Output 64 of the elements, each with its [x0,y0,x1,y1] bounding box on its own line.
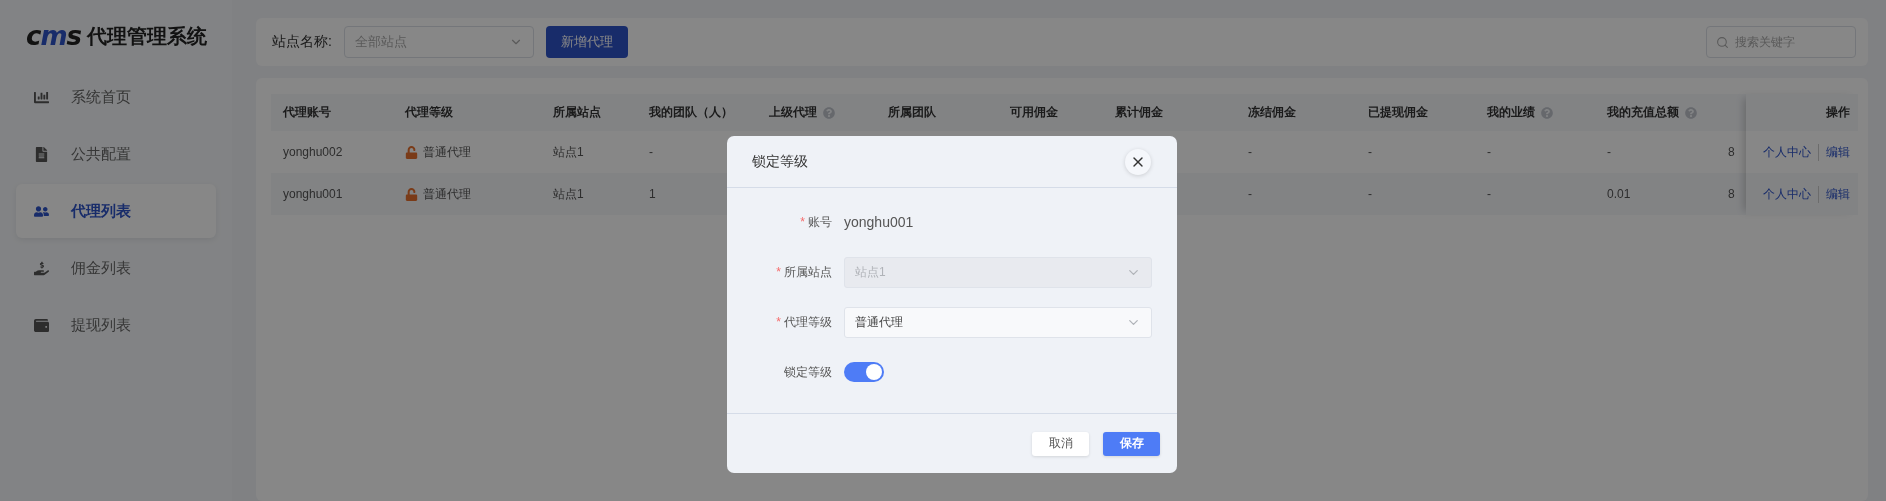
column-header: 所属团队 [888,104,936,121]
table-cell: yonghu001 [283,187,343,201]
table-cell: 0.01 [1607,187,1631,201]
add-agent-button[interactable]: 新增代理 [545,26,628,58]
field-value: yonghu001 [844,214,914,230]
column-header: 可用佣金 [1010,104,1058,121]
hand-coin-icon [34,260,49,276]
sidebar-item[interactable]: 代理列表 [16,184,216,238]
table-cell: - [1248,187,1252,201]
column-header: 我的团队（人） [649,104,733,121]
column-header: 上级代理 [769,104,817,121]
column-header: 代理等级 [405,104,453,121]
field-label: 账号 [808,214,832,229]
required-mark: * [776,264,781,279]
column-header: 我的充值总额 [1607,104,1679,121]
table-cell: - [1487,187,1491,201]
app-title: 代理管理系统 [87,23,207,49]
bar-chart-icon [34,89,49,105]
dialog-title: 锁定等级 [752,152,808,171]
table-cell: 站点1 [553,185,584,203]
sidebar-item[interactable]: 系统首页 [16,70,216,124]
cancel-button[interactable]: 取消 [1032,431,1089,456]
field-label: 所属站点 [784,264,832,279]
select-field[interactable]: 普通代理 [844,306,1152,338]
sidebar-item[interactable]: 公共配置 [16,127,216,181]
table-cell: 8 [1728,187,1735,201]
action-link[interactable]: 个人中心 [1763,143,1811,161]
save-button[interactable]: 保存 [1103,431,1160,456]
column-header: 所属站点 [553,104,601,121]
table-cell: - [1607,145,1611,159]
wallet-icon [34,317,49,333]
action-link[interactable]: 编辑 [1818,185,1850,203]
column-header: 冻结佣金 [1248,104,1296,121]
filter-label: 站点名称: [272,33,332,51]
table-cell: 普通代理 [423,143,471,161]
toggle-switch[interactable] [844,362,884,382]
table-cell: yonghu002 [283,145,343,159]
required-mark: * [800,214,805,229]
column-header: 代理账号 [283,104,331,121]
required-mark: * [776,314,781,329]
action-link[interactable]: 个人中心 [1763,185,1811,203]
table-cell: - [649,145,653,159]
users-icon [34,203,49,219]
sidebar-item[interactable]: 提现列表 [16,298,216,352]
close-button[interactable] [1125,148,1151,175]
table-cell: 8 [1728,145,1735,159]
field-label: 代理等级 [784,314,832,329]
column-header: 已提现佣金 [1368,104,1428,121]
sidebar-item[interactable]: 佣金列表 [16,241,216,295]
field-label: 锁定等级 [784,364,832,379]
table-cell: - [1487,145,1491,159]
document-icon [34,146,49,162]
table-cell: 站点1 [553,143,584,161]
column-header: 操作 [1826,104,1850,121]
table-cell: - [1368,187,1372,201]
column-header: 我的业绩 [1487,104,1535,121]
table-cell: - [1248,145,1252,159]
table-cell: - [1368,145,1372,159]
column-header: 累计佣金 [1115,104,1163,121]
logo: cms [26,21,81,51]
action-link[interactable]: 编辑 [1818,143,1850,161]
table-cell: 1 [649,187,656,201]
search-icon [1716,35,1729,49]
table-cell: 普通代理 [423,185,471,203]
